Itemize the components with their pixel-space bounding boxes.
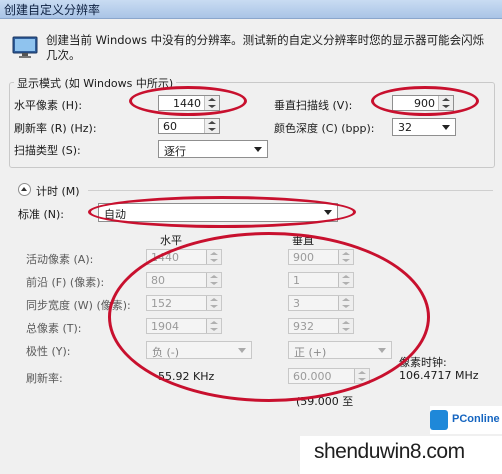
color-depth-select[interactable]: 32 [392,118,456,136]
monitor-icon [12,36,38,58]
col-horizontal-header: 水平 [160,234,182,247]
pconline-logo-icon [430,410,448,430]
chevron-down-icon [254,147,262,152]
refresh-rate-input[interactable]: 60 [158,118,220,134]
vertical-scanlines-label: 垂直扫描线 (V): [274,99,353,112]
polarity-label: 极性 (Y): [26,345,71,358]
total-pixels-h-input: 1904 [146,318,222,334]
vertical-scanlines-input[interactable]: 900 [392,95,454,111]
polarity-v-select: 正 (+) [288,341,392,359]
scan-type-label: 扫描类型 (S): [14,144,81,157]
horizontal-pixels-input[interactable]: 1440 [158,95,220,111]
front-porch-v-input: 1 [288,272,354,288]
refresh-rate-label: 刷新率 (R) (Hz): [14,122,97,135]
description-text: 创建当前 Windows 中没有的分辨率。测试新的自定义分辨率时您的显示器可能会… [46,33,485,62]
refresh-label: 刷新率: [26,372,63,385]
vertical-scanlines-stepper[interactable] [438,96,453,110]
window-title: 创建自定义分辨率 [4,3,101,17]
refresh-rate-stepper[interactable] [204,119,219,133]
vertical-refresh-range: (59.000 至 [296,395,354,408]
standard-select[interactable]: 自动 [98,203,338,222]
title-bar: 创建自定义分辨率 [0,0,502,19]
timing-divider [88,190,493,191]
timing-heading: 计时 (M) [36,185,80,198]
display-mode-heading: 显示模式 (如 Windows 中所示) [14,75,177,91]
horizontal-pixels-label: 水平像素 (H): [14,99,83,112]
front-porch-label: 前沿 (F) (像素): [26,276,105,289]
color-depth-label: 颜色深度 (C) (bpp): [274,122,375,135]
front-porch-h-input: 80 [146,272,222,288]
active-pixels-v-input: 900 [288,249,354,265]
horizontal-refresh-value: 55.92 KHz [158,370,215,383]
collapse-timing-button[interactable] [18,183,31,196]
polarity-h-select: 负 (-) [146,341,252,359]
sync-width-label: 同步宽度 (W) (像素): [26,299,131,312]
chevron-down-icon [442,125,450,130]
active-pixels-h-input: 1440 [146,249,222,265]
sync-width-v-input: 3 [288,295,354,311]
total-pixels-label: 总像素 (T): [26,322,82,335]
pixel-clock-label: 像素时钟: [399,356,447,369]
pixel-clock-value: 106.4717 MHz [399,369,479,382]
chevron-down-icon [324,210,332,215]
chevron-down-icon [238,348,246,353]
site-watermark: shenduwin8.com [300,436,502,474]
sync-width-h-input: 152 [146,295,222,311]
total-pixels-v-input: 932 [288,318,354,334]
standard-label: 标准 (N): [18,208,65,221]
active-pixels-label: 活动像素 (A): [26,253,94,266]
col-vertical-header: 垂直 [292,234,314,247]
chevron-down-icon [378,348,386,353]
scan-type-select[interactable]: 逐行 [158,140,268,158]
pconline-watermark: PConline [430,406,502,434]
horizontal-pixels-stepper[interactable] [204,96,219,110]
vertical-refresh-input: 60.000 [288,368,370,384]
